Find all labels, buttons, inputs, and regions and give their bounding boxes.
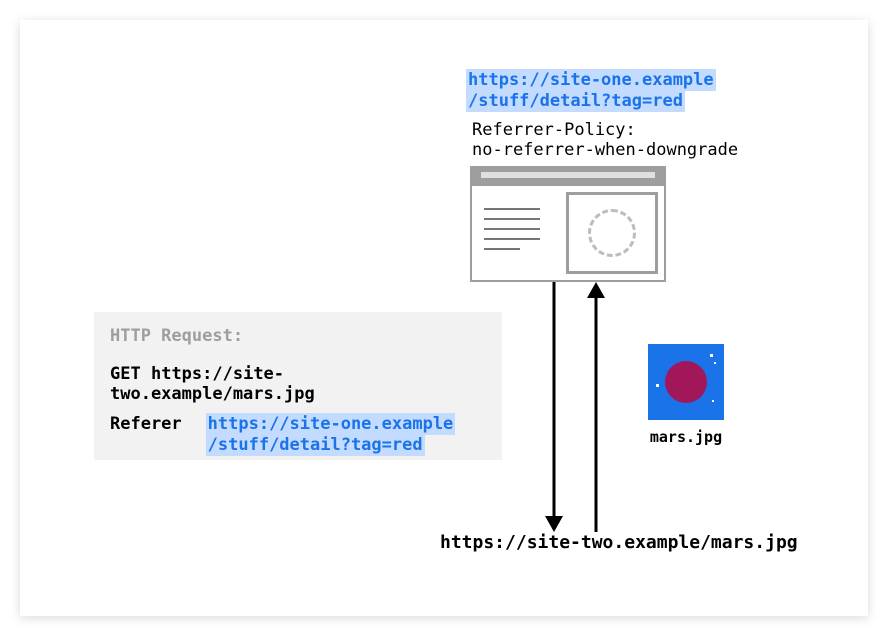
star-icon — [714, 362, 716, 364]
star-icon — [656, 384, 659, 387]
image-loading-icon — [588, 209, 636, 257]
referrer-policy: Referrer-Policy: no-referrer-when-downgr… — [472, 120, 738, 161]
star-icon — [712, 400, 714, 402]
mars-thumbnail — [648, 344, 724, 420]
site-one-url-line2: /stuff/detail?tag=red — [466, 90, 685, 112]
site-one-url: https://site-one.example /stuff/detail?t… — [466, 70, 716, 113]
request-response-arrows — [540, 282, 640, 534]
diagram-canvas: https://site-one.example /stuff/detail?t… — [20, 20, 868, 616]
browser-viewport — [470, 184, 666, 282]
referer-value-line1: https://site-one.example — [206, 413, 456, 435]
http-method: GET — [110, 364, 141, 384]
image-placeholder — [566, 192, 658, 274]
mars-filename-label: mars.jpg — [648, 428, 724, 446]
http-request-title: HTTP Request: — [110, 326, 486, 346]
star-icon — [710, 354, 713, 357]
browser-wireframe — [470, 166, 666, 284]
browser-urlbar — [481, 172, 655, 178]
referer-header: Referer https://site-one.example /stuff/… — [110, 414, 486, 457]
referer-label: Referer — [110, 414, 182, 434]
site-two-url: https://site-two.example/mars.jpg — [440, 532, 798, 553]
text-placeholder — [484, 208, 540, 258]
http-request-line: GET https://site-two.example/mars.jpg — [110, 364, 486, 404]
http-request-panel: HTTP Request: GET https://site-two.examp… — [94, 312, 502, 460]
referer-value-line2: /stuff/detail?tag=red — [206, 434, 425, 456]
http-target-url: https://site-two.example/mars.jpg — [110, 364, 315, 404]
referrer-policy-value: no-referrer-when-downgrade — [472, 140, 738, 160]
mars-planet-icon — [665, 361, 707, 403]
browser-titlebar — [470, 166, 666, 184]
referrer-policy-label: Referrer-Policy: — [472, 120, 636, 140]
site-one-url-line1: https://site-one.example — [466, 69, 716, 91]
